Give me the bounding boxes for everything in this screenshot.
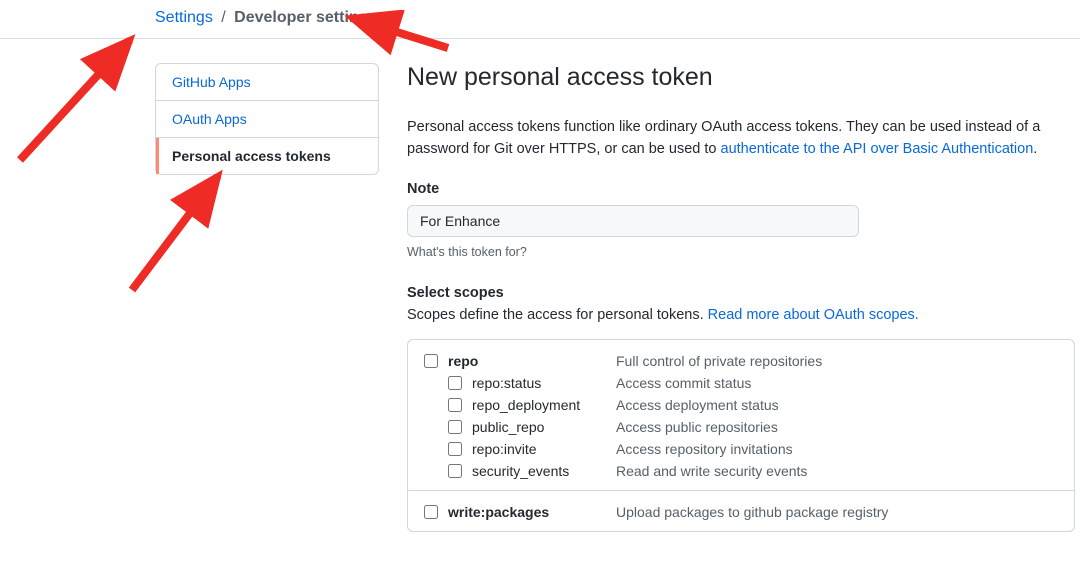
- scope-name: repo:invite: [472, 441, 616, 457]
- main-content: New personal access token Personal acces…: [407, 63, 1080, 532]
- scope-desc: Full control of private repositories: [616, 353, 822, 369]
- scope-name: public_repo: [472, 419, 616, 435]
- scopes-readmore-link[interactable]: Read more about OAuth scopes.: [708, 307, 919, 323]
- auth-api-link[interactable]: authenticate to the API over Basic Authe…: [721, 141, 1034, 157]
- scopes-subtitle-text: Scopes define the access for personal to…: [407, 307, 708, 323]
- settings-sidebar: GitHub Apps OAuth Apps Personal access t…: [155, 63, 379, 175]
- note-label: Note: [407, 181, 1080, 197]
- scope-checkbox-security-events[interactable]: [448, 464, 462, 478]
- page-description: Personal access tokens function like ord…: [407, 116, 1080, 161]
- scope-row-public-repo: public_repo Access public repositories: [424, 416, 1058, 438]
- scope-checkbox-write-packages[interactable]: [424, 505, 438, 519]
- scope-row-security-events: security_events Read and write security …: [424, 460, 1058, 482]
- scope-desc: Access public repositories: [616, 419, 778, 435]
- scope-row-repo-invite: repo:invite Access repository invitation…: [424, 438, 1058, 460]
- scope-checkbox-repo-status[interactable]: [448, 376, 462, 390]
- scope-group-repo: repo Full control of private repositorie…: [408, 340, 1074, 491]
- scope-checkbox-public-repo[interactable]: [448, 420, 462, 434]
- scope-desc: Access repository invitations: [616, 441, 793, 457]
- scope-checkbox-repo[interactable]: [424, 354, 438, 368]
- scope-group-write-packages: write:packages Upload packages to github…: [408, 491, 1074, 531]
- breadcrumb-developer-settings: Developer settings: [234, 9, 377, 26]
- breadcrumb-separator: /: [221, 9, 225, 26]
- scope-name: repo:status: [472, 375, 616, 391]
- scope-name: repo_deployment: [472, 397, 616, 413]
- sidebar-item-oauth-apps[interactable]: OAuth Apps: [156, 101, 378, 138]
- scope-row-write-packages: write:packages Upload packages to github…: [424, 501, 1058, 523]
- scope-name: security_events: [472, 463, 616, 479]
- scope-name: repo: [448, 353, 616, 369]
- scopes-subtitle: Scopes define the access for personal to…: [407, 307, 1080, 323]
- scopes-title: Select scopes: [407, 285, 1080, 301]
- sidebar-item-github-apps[interactable]: GitHub Apps: [156, 64, 378, 101]
- scope-row-repo: repo Full control of private repositorie…: [424, 350, 1058, 372]
- scope-row-repo-status: repo:status Access commit status: [424, 372, 1058, 394]
- note-hint: What's this token for?: [407, 245, 1080, 259]
- scope-checkbox-repo-invite[interactable]: [448, 442, 462, 456]
- scope-checkbox-repo-deployment[interactable]: [448, 398, 462, 412]
- scope-row-repo-deployment: repo_deployment Access deployment status: [424, 394, 1058, 416]
- scope-desc: Access deployment status: [616, 397, 779, 413]
- scope-desc: Access commit status: [616, 375, 751, 391]
- page-title: New personal access token: [407, 63, 1080, 92]
- note-input[interactable]: [407, 205, 859, 237]
- scopes-box: repo Full control of private repositorie…: [407, 339, 1075, 532]
- breadcrumb: Settings / Developer settings: [0, 0, 1080, 39]
- sidebar-item-personal-access-tokens[interactable]: Personal access tokens: [156, 138, 378, 174]
- page-description-post: .: [1033, 141, 1037, 157]
- breadcrumb-settings[interactable]: Settings: [155, 9, 213, 26]
- scope-desc: Read and write security events: [616, 463, 807, 479]
- scope-name: write:packages: [448, 504, 616, 520]
- scope-desc: Upload packages to github package regist…: [616, 504, 888, 520]
